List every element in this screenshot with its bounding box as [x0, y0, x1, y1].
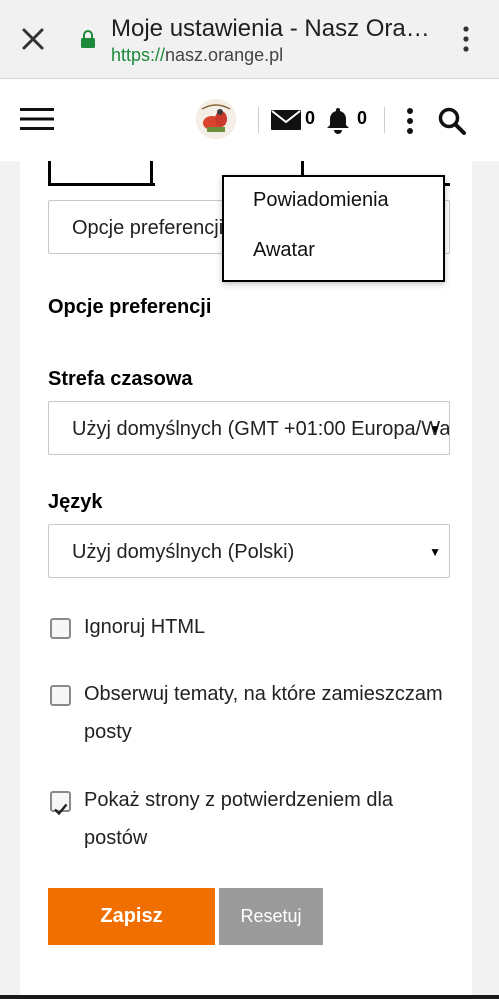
timezone-value: Użyj domyślnych (GMT +01:00 Europa/Warsz… — [72, 418, 450, 440]
mail-icon[interactable] — [271, 110, 301, 130]
hamburger-menu-icon[interactable] — [20, 107, 54, 131]
timezone-select[interactable]: Użyj domyślnych (GMT +01:00 Europa/Warsz… — [48, 401, 450, 455]
bell-icon[interactable] — [324, 106, 352, 134]
browser-toolbar: Moje ustawienia - Nasz Orange https://na… — [0, 0, 499, 79]
header-divider — [258, 107, 259, 133]
url-scheme: https:// — [111, 45, 166, 65]
avatar[interactable] — [196, 99, 236, 139]
reset-button[interactable]: Resetuj — [219, 888, 323, 945]
menu-item-avatar[interactable]: Awatar — [253, 239, 315, 262]
section-title: Opcje preferencji — [48, 296, 212, 318]
settings-card: Opcje preferencji Opcje preferencji Stre… — [20, 161, 472, 999]
option-confirm-pages: Pokaż strony z potwierdzeniem dla postów — [48, 781, 448, 857]
dropdown-menu: Powiadomienia Awatar — [222, 175, 445, 282]
lock-icon — [81, 30, 95, 48]
option-ignore-html: Ignoruj HTML — [48, 608, 448, 646]
search-icon[interactable] — [437, 106, 467, 136]
bottom-edge — [0, 995, 499, 999]
close-icon[interactable] — [18, 24, 48, 54]
option-watch-topics: Obserwuj tematy, na które zamieszczam po… — [48, 675, 448, 751]
save-button[interactable]: Zapisz — [48, 888, 215, 945]
checkmark-icon — [54, 803, 68, 816]
header-divider — [384, 107, 385, 133]
language-label: Język — [48, 491, 103, 513]
site-header: 0 0 — [0, 79, 499, 161]
timezone-label: Strefa czasowa — [48, 368, 193, 390]
messages-count: 0 — [305, 108, 316, 128]
page-title: Moje ustawienia - Nasz Orange — [111, 15, 441, 42]
notifications-count: 0 — [357, 108, 368, 128]
option-label: Pokaż strony z potwierdzeniem dla postów — [84, 789, 394, 849]
avatar-image — [197, 100, 235, 138]
dropdown-arrow-icon: ▼ — [429, 422, 441, 436]
settings-section-value: Opcje preferencji — [72, 217, 224, 239]
checkbox[interactable] — [50, 618, 71, 639]
language-value: Użyj domyślnych (Polski) — [72, 541, 295, 563]
option-label: Obserwuj tematy, na które zamieszczam po… — [84, 683, 443, 743]
checkbox-checked[interactable] — [50, 791, 71, 816]
url-host: nasz.orange.pl — [165, 45, 284, 65]
option-label: Ignoruj HTML — [84, 616, 206, 638]
address-bar[interactable]: https://nasz.orange.pl — [111, 45, 283, 66]
more-options-icon[interactable] — [402, 107, 418, 135]
tab-outline — [48, 161, 155, 186]
browser-menu-icon[interactable] — [458, 24, 474, 54]
dropdown-arrow-icon: ▼ — [429, 545, 441, 559]
language-select[interactable]: Użyj domyślnych (Polski) ▼ — [48, 524, 450, 578]
checkbox[interactable] — [50, 685, 71, 706]
menu-item-notifications[interactable]: Powiadomienia — [253, 189, 389, 212]
